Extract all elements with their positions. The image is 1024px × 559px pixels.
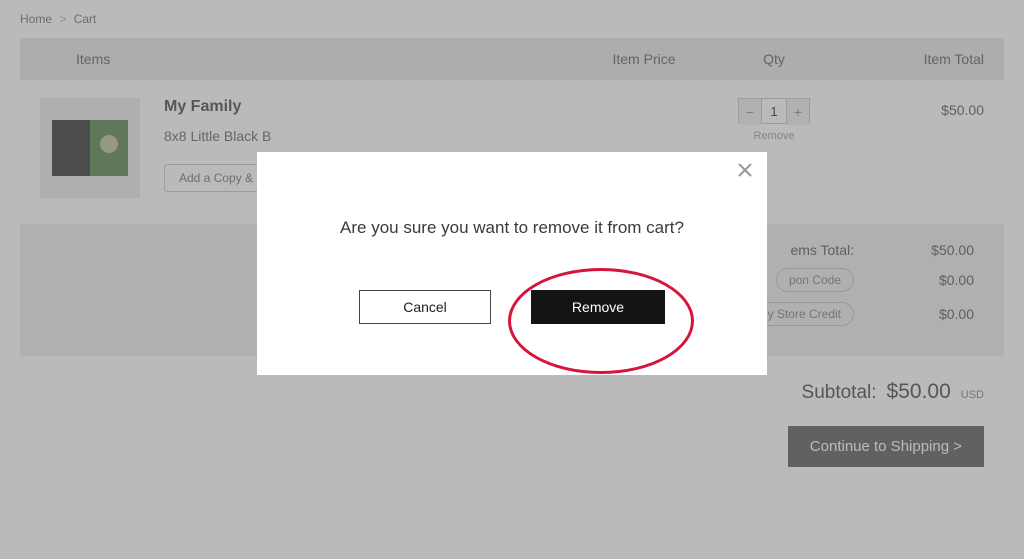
close-icon[interactable] <box>737 162 753 178</box>
cancel-button[interactable]: Cancel <box>359 290 491 324</box>
remove-button[interactable]: Remove <box>531 290 665 324</box>
remove-confirmation-modal: Are you sure you want to remove it from … <box>257 152 767 375</box>
modal-message: Are you sure you want to remove it from … <box>257 218 767 238</box>
